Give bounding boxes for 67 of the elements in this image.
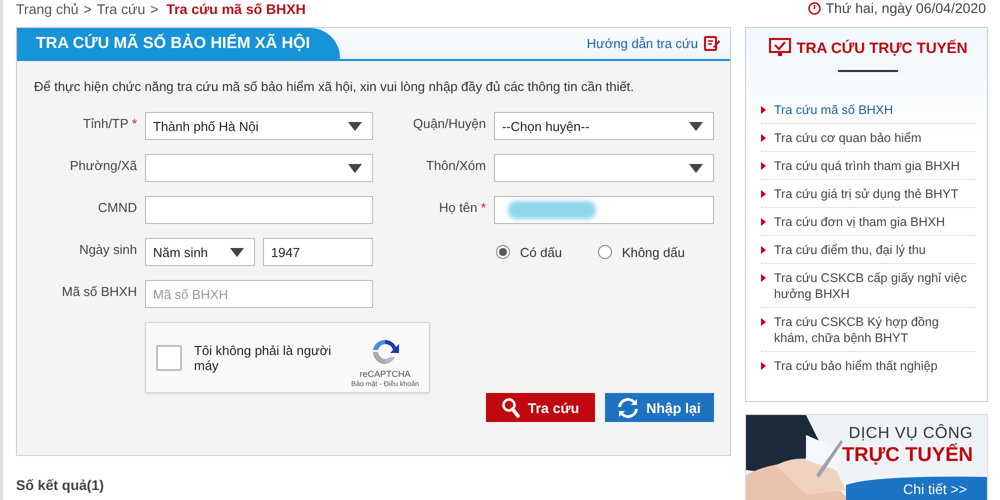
edit-icon [704,36,720,51]
sidebar-link[interactable]: Tra cứu đơn vị tham gia BHXH [761,208,975,236]
monitor-icon [768,38,790,58]
checkbox[interactable] [156,344,182,370]
breadcrumb-link[interactable]: Tra cứu [96,0,146,16]
captcha-brand: reCAPTCHA [360,369,411,379]
bullet-icon [761,274,766,282]
caret-icon [689,164,703,172]
sidebar-link[interactable]: Tra cứu CSKCB cấp giấy nghỉ việc hưởng BHXH [761,264,975,308]
caret-icon [348,122,362,130]
reset-button[interactable]: Nhập lại [605,393,714,422]
field-label: Phường/Xã [68,157,137,173]
breadcrumb-link[interactable]: Tra cứu mã số BHXH [166,0,306,16]
bullet-icon [761,190,766,198]
bullet-icon [761,318,766,326]
sidebar-link[interactable]: Tra cứu mã số BHXH [761,96,975,124]
caret-icon [230,248,244,256]
radio-button[interactable] [496,245,510,259]
breadcrumb-link[interactable]: Trang chủ [16,0,79,16]
banner-title: DỊCH VỤ CÔNG [848,425,973,443]
sidebar-link[interactable]: Tra cứu quá trình tham gia BHXH [761,152,975,180]
field-label: Quận/Huyện [412,115,486,131]
sidebar-title: TRA CỨU TRỰC TUYẾN [796,40,968,56]
sidebar-link[interactable]: Tra cứu điểm thu, đại lý thu [761,236,975,264]
field-label: Ngày sinh [78,241,137,257]
clock-icon [808,2,821,14]
dropdown[interactable]: Năm sinh [145,238,255,266]
date-text: Thứ hai, ngày 06/04/2020 [826,0,986,16]
dropdown[interactable]: --Chọn huyện-- [494,112,714,140]
breadcrumb-separator: > [150,0,158,16]
dropdown[interactable] [494,154,714,182]
dropdown[interactable]: Thành phố Hà Nội [145,112,373,140]
bullet-icon [761,106,766,114]
caret-icon [348,164,362,172]
bullet-icon [761,246,766,254]
bullet-icon [761,162,766,170]
sidebar-link[interactable]: Tra cứu cơ quan bảo hiểm [761,124,975,152]
search-button[interactable]: Tra cứu [486,393,595,422]
bullet-icon [761,218,766,226]
help-link[interactable]: Hướng dẫn tra cứu [586,36,698,51]
breadcrumb-separator: > [84,0,92,16]
field-label: Thôn/Xóm [425,157,486,173]
dropdown[interactable] [145,154,373,182]
input-field[interactable] [145,196,373,224]
radio-label: Không dấu [622,244,685,260]
radio-button[interactable] [598,245,612,259]
field-label: Tỉnh/TP * [82,115,137,131]
search-icon [502,398,520,418]
service-banner[interactable]: DỊCH VỤ CÔNG TRỰC TUYẾN Chi tiết >> [745,414,988,500]
bullet-icon [761,134,766,142]
sidebar-link[interactable]: Tra cứu CSKCB Ký hợp đồng khám, chữa bệnh BHYT [761,308,975,352]
banner-subtitle: TRỰC TUYẾN [842,444,973,467]
input-field[interactable]: 1947 [263,238,373,266]
results-count: Số kết quả(1) [16,477,105,493]
input-field[interactable] [494,196,714,224]
panel-title: TRA CỨU MÃ SỐ BẢO HIỂM XÃ HỘI [17,28,340,59]
radio-label: Có dấu [520,244,562,260]
captcha-label: Tôi không phải là người máy [194,342,332,372]
field-label: CMND [97,199,137,215]
field-label: Họ tên * [438,199,486,215]
field-label: Mã số BHXH [60,283,137,299]
refresh-icon [618,398,638,418]
bullet-icon [761,362,766,370]
sidebar-link[interactable]: Tra cứu giá trị sử dụng thẻ BHYT [761,180,975,208]
sidebar-link[interactable]: Tra cứu bảo hiểm thất nghiệp [761,352,975,379]
intro-text: Để thực hiện chức năng tra cứu mã số bảo hiểm xã hội, xin vui lòng nhập đầy đủ các thông tin cần thiết. [34,79,635,94]
caret-icon [689,122,703,130]
